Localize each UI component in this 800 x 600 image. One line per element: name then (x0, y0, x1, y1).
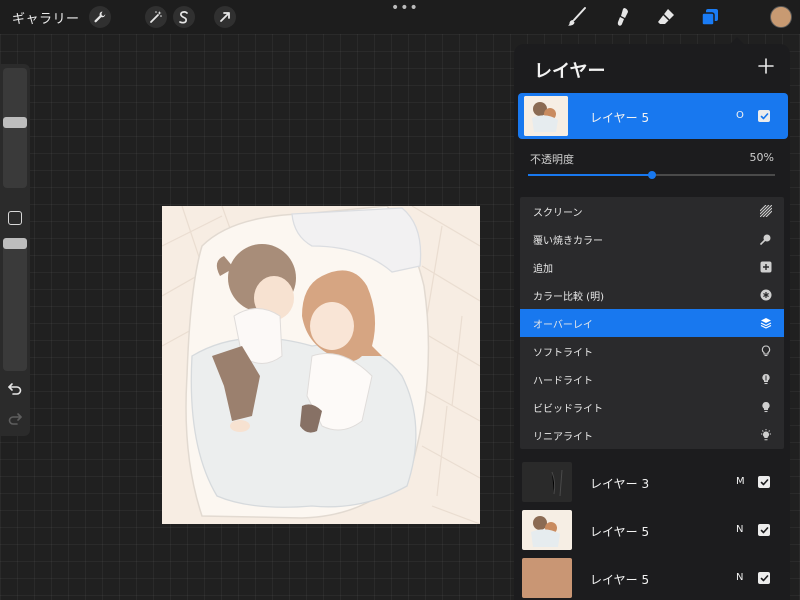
magnifier-icon (760, 233, 772, 245)
redo-icon[interactable] (7, 410, 23, 426)
layer-name: レイヤー 3 (590, 477, 650, 491)
blend-mode-item[interactable]: ハードライト (520, 365, 784, 393)
selection-button[interactable] (173, 6, 195, 28)
smudge-button[interactable] (610, 5, 634, 29)
brush-icon (568, 7, 586, 26)
blend-mode-label: ソフトライト (533, 348, 593, 359)
eraser-button[interactable] (654, 5, 678, 29)
blend-mode-label: ハードライト (533, 376, 593, 387)
more-options-handle[interactable]: ••• (391, 0, 419, 16)
layer-visibility-checkbox[interactable] (758, 110, 770, 122)
hatch-icon (760, 205, 772, 217)
layers-stack-icon (760, 317, 772, 329)
layer-row[interactable]: レイヤー 5 N (518, 555, 788, 600)
blend-mode-item[interactable]: カラー比較 (明) (520, 281, 784, 309)
artwork-canvas[interactable] (162, 206, 480, 524)
asterisk-circle-icon (760, 289, 772, 301)
right-toolbar (510, 0, 800, 34)
bulb-outline-icon (760, 345, 772, 357)
blend-mode-item[interactable]: ソフトライト (520, 337, 784, 365)
blend-mode-label: オーバーレイ (533, 320, 593, 331)
blend-mode-label: リニアライト (533, 432, 593, 443)
left-sidebar (0, 64, 30, 436)
layer-row[interactable]: レイヤー 3 M (518, 459, 788, 505)
layer-name: レイヤー 5 (590, 573, 650, 587)
layer-thumbnail (522, 510, 572, 550)
bulb-half-icon (760, 373, 772, 385)
blend-mode-label: カラー比較 (明) (533, 292, 604, 303)
artwork-illustration (162, 206, 480, 524)
layer-row[interactable]: レイヤー 5 N (518, 507, 788, 553)
transform-button[interactable] (214, 6, 236, 28)
active-layer-row[interactable]: レイヤー 5 O (518, 93, 788, 139)
adjustments-button[interactable] (145, 6, 167, 28)
brush-size-thumb[interactable] (3, 117, 27, 129)
blend-mode-label: 追加 (533, 264, 553, 275)
layers-icon (701, 9, 718, 26)
layers-button[interactable] (698, 5, 722, 29)
eraser-icon (658, 9, 674, 24)
brush-opacity-thumb[interactable] (3, 238, 27, 250)
blend-mode-item[interactable]: 追加 (520, 253, 784, 281)
add-layer-icon[interactable] (756, 56, 776, 76)
transform-arrow-icon (220, 12, 230, 22)
layer-blend-mode[interactable]: N (736, 572, 743, 583)
selection-icon (179, 11, 188, 24)
blend-mode-item[interactable]: 覆い焼きカラー (520, 225, 784, 253)
layers-panel: レイヤー レイヤー 5 O 不透明度 50% スクリーン覆い焼きカラー 追加カラー… (514, 44, 790, 600)
opacity-slider-fill (528, 174, 652, 176)
magic-wand-icon (150, 11, 162, 23)
opacity-value: 50% (749, 151, 774, 164)
layer-name: レイヤー 5 (590, 111, 650, 125)
blend-mode-list: スクリーン覆い焼きカラー 追加カラー比較 (明) オーバーレイ ソフトライト ハードライ… (520, 197, 784, 449)
current-color-swatch[interactable] (770, 6, 792, 28)
blend-mode-label: スクリーン (533, 208, 583, 219)
plus-square-icon (760, 261, 772, 273)
blend-mode-label: 覆い焼きカラー (533, 236, 603, 247)
checkmark-icon (760, 112, 768, 119)
checkmark-icon (760, 478, 768, 485)
checkmark-icon (760, 574, 768, 581)
layer-thumbnail (522, 558, 572, 598)
opacity-slider-knob[interactable] (647, 171, 656, 179)
opacity-slider[interactable] (528, 171, 775, 179)
blend-mode-item[interactable]: オーバーレイ (520, 309, 784, 337)
layer-visibility-checkbox[interactable] (758, 572, 770, 584)
layer-thumbnail-art (524, 96, 568, 136)
undo-icon[interactable] (7, 380, 23, 396)
blend-mode-item[interactable]: スクリーン (520, 197, 784, 225)
layer-visibility-checkbox[interactable] (758, 476, 770, 488)
wrench-icon (94, 11, 106, 23)
actions-button[interactable] (89, 6, 111, 28)
layer-blend-mode[interactable]: O (736, 110, 744, 121)
layer-thumbnail (524, 96, 568, 136)
bulb-rays-icon (760, 429, 772, 441)
layer-name: レイヤー 5 (590, 525, 650, 539)
blend-mode-item[interactable]: ビビッドライト (520, 393, 784, 421)
layer-thumbnail (522, 462, 572, 502)
layer-visibility-checkbox[interactable] (758, 524, 770, 536)
checkmark-icon (760, 526, 768, 533)
brush-button[interactable] (565, 5, 589, 29)
gallery-button[interactable]: ギャラリー (12, 8, 80, 27)
layer-blend-mode[interactable]: M (736, 476, 745, 487)
blend-mode-label: ビビッドライト (533, 404, 603, 415)
layer-blend-mode[interactable]: N (736, 524, 743, 535)
blend-mode-item[interactable]: リニアライト (520, 421, 784, 449)
smudge-icon (617, 8, 628, 26)
top-toolbar: ギャラリー ••• (0, 0, 800, 34)
brush-opacity-slider[interactable] (3, 241, 27, 371)
opacity-label: 不透明度 (530, 153, 574, 166)
modify-button[interactable] (8, 211, 22, 225)
bulb-filled-icon (760, 401, 772, 413)
panel-title: レイヤー (534, 61, 606, 82)
